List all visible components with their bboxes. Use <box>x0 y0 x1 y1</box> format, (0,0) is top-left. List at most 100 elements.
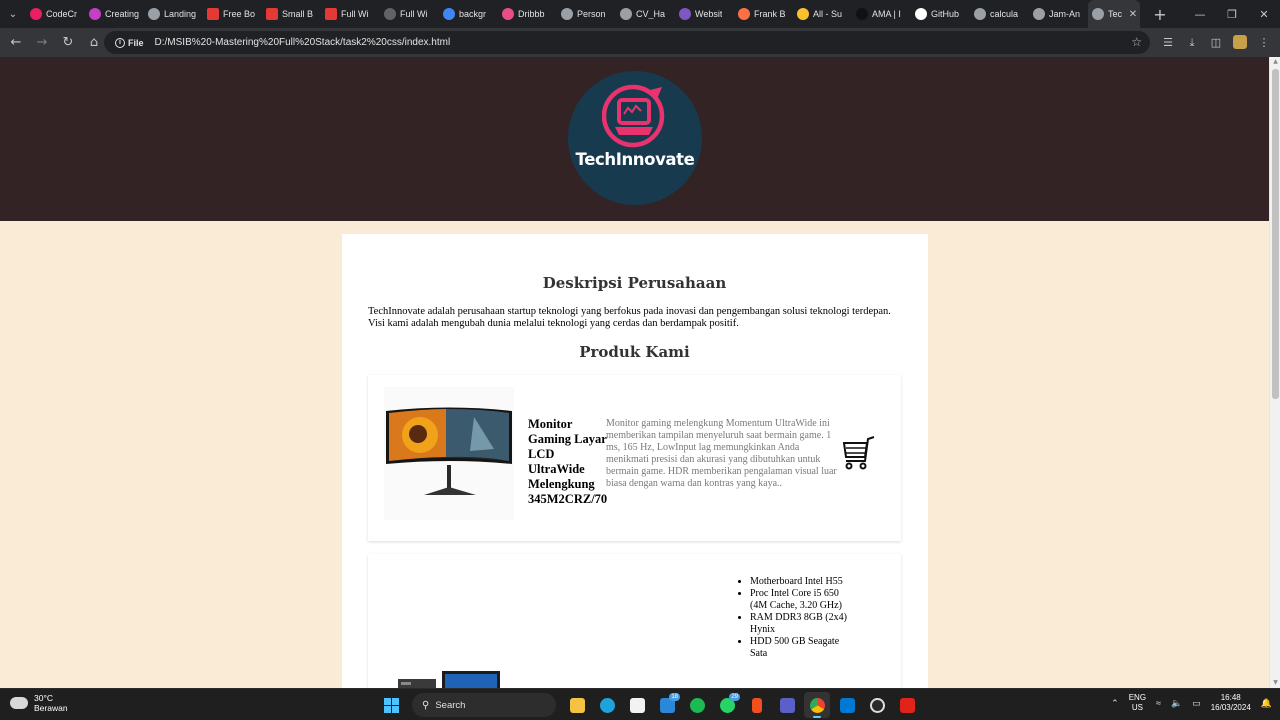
file-explorer-icon[interactable] <box>564 692 590 718</box>
product-card-pc: Motherboard Intel H55Proc Intel Core i5 … <box>368 554 901 688</box>
restore-icon[interactable]: ❐ <box>1216 0 1248 28</box>
spec-item: RAM DDR3 8GB (2x4) Hynix <box>750 612 850 636</box>
browser-tab[interactable]: Websit <box>675 0 734 28</box>
brand-logo: TechInnovate <box>568 71 702 205</box>
tab-title: AMA | I <box>872 9 901 19</box>
browser-tab[interactable]: Tec ✕ <box>1088 0 1140 28</box>
info-icon: i <box>115 37 125 48</box>
browser-tab[interactable]: calcula <box>970 0 1029 28</box>
browser-tab[interactable]: Frank B <box>734 0 793 28</box>
clock[interactable]: 16:48 16/03/2024 <box>1211 693 1251 713</box>
tab-title: GitHub <box>931 9 960 19</box>
taskbar-search[interactable]: ⚲ Search <box>412 693 556 717</box>
battery-icon[interactable]: ▭ <box>1192 698 1201 709</box>
website-icon <box>679 8 691 20</box>
codecrafters-icon <box>30 8 42 20</box>
globe-icon <box>974 8 986 20</box>
globe-icon <box>620 8 632 20</box>
close-window-icon[interactable]: ✕ <box>1248 0 1280 28</box>
globe-icon <box>561 8 573 20</box>
browser-tab[interactable]: Creating <box>85 0 144 28</box>
scroll-down-icon[interactable]: ▼ <box>1272 679 1279 687</box>
shopping-cart-icon[interactable] <box>838 433 878 473</box>
address-bar[interactable]: i File D:/MSIB%20-Mastering%20Full%20Sta… <box>104 31 1150 54</box>
forward-icon[interactable]: → <box>30 31 54 55</box>
browser-tab[interactable]: GitHub <box>911 0 970 28</box>
more-menu-icon[interactable]: ⋮ <box>1252 31 1276 54</box>
tab-title: Websit <box>695 9 723 19</box>
vscode-icon[interactable] <box>834 692 860 718</box>
browser-tab[interactable]: Full Wi <box>321 0 380 28</box>
wifi-icon[interactable]: ≈ <box>1156 698 1161 708</box>
new-tab-button[interactable]: + <box>1148 5 1172 24</box>
mail-icon[interactable]: 18 <box>654 692 680 718</box>
brand-name: TechInnovate <box>575 150 695 169</box>
globe-icon <box>1092 8 1104 20</box>
yellow-dot-icon <box>797 8 809 20</box>
site-info-chip[interactable]: i File <box>110 34 149 51</box>
tab-title: Frank B <box>754 9 786 19</box>
mail-badge: 18 <box>669 693 680 701</box>
browser-tab[interactable]: backgr <box>439 0 498 28</box>
language-indicator[interactable]: ENG US <box>1129 693 1146 713</box>
media-player-icon[interactable] <box>864 692 890 718</box>
taskbar-apps: ⚲ Search 18 29 <box>378 692 920 718</box>
tab-search-icon[interactable]: ⌄ <box>0 0 26 28</box>
store-icon[interactable] <box>624 692 650 718</box>
tray-overflow-icon[interactable]: ⌃ <box>1111 698 1119 709</box>
browser-tab[interactable]: Landing <box>144 0 203 28</box>
volume-icon[interactable]: 🔈 <box>1171 698 1182 709</box>
close-tab-icon[interactable]: ✕ <box>1126 9 1140 20</box>
scroll-up-icon[interactable]: ▲ <box>1272 58 1279 66</box>
browser-tab[interactable]: CV_Ha <box>616 0 675 28</box>
browser-tab[interactable]: AMA | I <box>852 0 911 28</box>
browser-tab[interactable]: Small B <box>262 0 321 28</box>
tab-title: Landing <box>164 9 197 19</box>
download-icon[interactable]: ⤓ <box>1180 31 1204 54</box>
weather-temp: 30°C <box>34 693 53 703</box>
s-icon <box>207 8 219 20</box>
tab-title: Full Wi <box>341 9 369 19</box>
tab-title: Free Bo <box>223 9 256 19</box>
windows-taskbar: 30°C Berawan ⚲ Search 18 29 ⌃ ENG US ≈ 🔈 <box>0 688 1280 720</box>
search-icon: ⚲ <box>422 699 430 711</box>
tab-title: backgr <box>459 9 487 19</box>
tab-strip: ⌄ CodeCr Creating Landing Free Bo Small B Ful… <box>0 0 1280 28</box>
profile-avatar[interactable] <box>1233 35 1247 49</box>
acrobat-icon[interactable] <box>894 692 920 718</box>
back-icon[interactable]: ← <box>4 31 28 55</box>
spotify-icon[interactable] <box>684 692 710 718</box>
whatsapp-icon[interactable]: 29 <box>714 692 740 718</box>
start-button[interactable] <box>378 692 404 718</box>
tab-title: Tec <box>1108 9 1122 19</box>
browser-tab[interactable]: Dribbb <box>498 0 557 28</box>
tab-title: Person <box>577 9 606 19</box>
tab-title: All - Su <box>813 9 843 19</box>
reading-list-icon[interactable]: ☰ <box>1156 31 1180 54</box>
edge-icon[interactable] <box>594 692 620 718</box>
browser-tab[interactable]: Jam-An <box>1029 0 1088 28</box>
reload-icon[interactable]: ↻ <box>56 31 80 55</box>
minimize-icon[interactable]: — <box>1184 0 1216 28</box>
weather-widget[interactable]: 30°C Berawan <box>10 692 68 713</box>
browser-tab[interactable]: Full Wi <box>380 0 439 28</box>
spec-item: Motherboard Intel H55 <box>750 576 850 588</box>
browser-tab[interactable]: All - Su <box>793 0 852 28</box>
teams-icon[interactable] <box>774 692 800 718</box>
bookmark-star-icon[interactable]: ☆ <box>1131 35 1142 49</box>
browser-tab[interactable]: Free Bo <box>203 0 262 28</box>
side-panel-icon[interactable]: ◫ <box>1204 31 1228 54</box>
home-icon[interactable]: ⌂ <box>82 31 106 55</box>
tab-title: Full Wi <box>400 9 428 19</box>
page-scrollbar[interactable]: ▲ ▼ <box>1269 57 1280 688</box>
browser-tab[interactable]: CodeCr <box>26 0 85 28</box>
product-detail: Monitor gaming melengkung Momentum Ultra… <box>606 418 837 489</box>
notification-bell-icon[interactable]: 🔔 <box>1261 698 1272 709</box>
url-text[interactable]: D:/MSIB%20-Mastering%20Full%20Stack/task… <box>155 37 451 48</box>
figma-icon[interactable] <box>744 692 770 718</box>
spec-list: Motherboard Intel H55Proc Intel Core i5 … <box>750 576 850 660</box>
browser-tab[interactable]: Person <box>557 0 616 28</box>
chrome-icon[interactable] <box>804 692 830 718</box>
scrollbar-thumb[interactable] <box>1272 69 1279 399</box>
weather-desc: Berawan <box>34 703 68 713</box>
